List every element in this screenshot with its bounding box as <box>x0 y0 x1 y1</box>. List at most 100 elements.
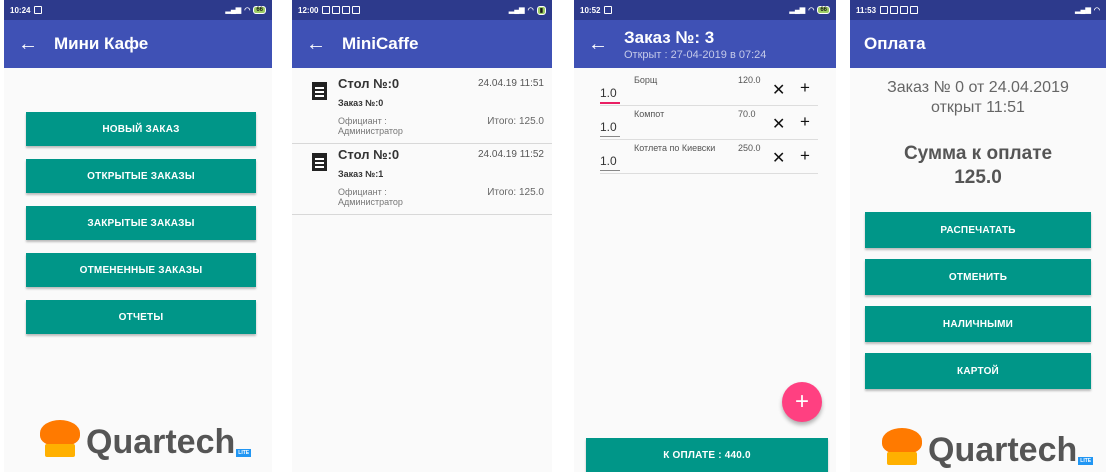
battery-icon: 66 <box>253 6 266 14</box>
logo-text: Quartech <box>928 431 1078 469</box>
reports-button[interactable]: ОТЧЕТЫ <box>26 300 256 334</box>
dish-row: 1.0 Котлета по Киевски 250.0 ✕ + <box>600 140 818 174</box>
signal-icon: ▂▄▆ <box>225 7 242 14</box>
app-title: Мини Кафе <box>54 34 149 53</box>
quantity-input[interactable]: 1.0 <box>600 154 620 171</box>
print-button[interactable]: РАСПЕЧАТАТЬ <box>865 212 1091 248</box>
receipt-icon <box>312 82 327 100</box>
wifi-icon: ◠ <box>244 7 251 14</box>
quartech-logo: Quartech LITE <box>36 420 252 461</box>
order-opened-time: Открыт : 27-04-2019 в 07:24 <box>624 48 767 61</box>
cancelled-orders-button[interactable]: ОТМЕНЕННЫЕ ЗАКАЗЫ <box>26 253 256 287</box>
dish-name: Котлета по Киевски <box>634 143 716 153</box>
table-number: Стол №:0 <box>338 147 400 162</box>
cash-button[interactable]: НАЛИЧНЫМИ <box>865 306 1091 342</box>
back-arrow-icon[interactable]: ← <box>306 34 328 54</box>
remove-icon[interactable]: ✕ <box>772 80 785 100</box>
notification-icon <box>910 6 919 14</box>
order-total: Итого: 125.0 <box>487 116 544 127</box>
pay-button[interactable]: К ОПЛАТЕ : 440.0 <box>586 438 828 472</box>
add-icon[interactable]: + <box>800 112 810 132</box>
order-number: Заказ №:0 <box>338 98 384 108</box>
order-number-date: Заказ № 0 от 24.04.2019 <box>887 79 1069 96</box>
order-number: Заказ №:1 <box>338 169 384 179</box>
amount-due-value: 125.0 <box>954 167 1002 188</box>
quantity-input[interactable]: 1.0 <box>600 120 620 137</box>
amount-due-label: Сумма к оплате <box>903 143 1053 164</box>
waiter-name: Официант : Администратор <box>338 116 403 136</box>
status-time: 10:24 <box>10 5 31 15</box>
amount-due: Сумма к оплате 125.0 <box>850 142 1106 190</box>
screen-main-menu: 10:24 ▂▄▆ ◠ 66 ← Мини Кафе НОВЫЙ ЗАКАЗ О… <box>4 0 272 472</box>
screen-order-details: 10:52 ▂▄▆ ◠ 66 ← Заказ №: 3 Открыт : 27-… <box>574 0 836 472</box>
notification-icon <box>34 6 43 14</box>
status-time: 10:52 <box>580 5 601 15</box>
status-bar: 12:00 ▂▄▆ ◠ ▮ <box>292 0 552 20</box>
battery-icon: ▮ <box>536 5 546 15</box>
table-number: Стол №:0 <box>338 76 400 91</box>
dish-row: 1.0 Борщ 120.0 ✕ + <box>600 72 818 106</box>
app-bar: ← Мини Кафе <box>4 20 272 68</box>
notification-icon <box>332 6 341 14</box>
remove-icon[interactable]: ✕ <box>772 114 785 134</box>
cancel-button[interactable]: ОТМЕНИТЬ <box>865 259 1091 295</box>
logo-text: Quartech <box>86 423 236 461</box>
new-order-button[interactable]: НОВЫЙ ЗАКАЗ <box>26 112 256 146</box>
waiter-name: Официант : Администратор <box>338 187 403 207</box>
app-bar: ← Заказ №: 3 Открыт : 27-04-2019 в 07:24 <box>574 20 836 68</box>
wifi-icon: ◠ <box>1093 7 1100 14</box>
signal-icon: ▂▄▆ <box>789 7 806 14</box>
add-dish-fab[interactable]: + <box>782 382 822 422</box>
dish-name: Компот <box>634 109 665 119</box>
order-info: Заказ № 0 от 24.04.2019 открыт 11:51 <box>850 78 1106 118</box>
battery-icon: 66 <box>817 6 830 14</box>
back-arrow-icon[interactable]: ← <box>588 34 610 54</box>
add-icon[interactable]: + <box>800 78 810 98</box>
card-button[interactable]: КАРТОЙ <box>865 353 1091 389</box>
signal-icon: ▂▄▆ <box>1075 7 1091 14</box>
wifi-icon: ◠ <box>527 7 534 14</box>
notification-icon <box>890 6 899 14</box>
signal-icon: ▂▄▆ <box>508 7 525 14</box>
order-list-item[interactable]: Стол №:0 24.04.19 11:51 Заказ №:0 Официа… <box>292 70 552 144</box>
app-bar: ← MiniCaffe <box>292 20 552 68</box>
remove-icon[interactable]: ✕ <box>772 148 785 168</box>
quartech-logo: Quartech LITE <box>878 428 1094 469</box>
wifi-icon: ◠ <box>808 7 815 14</box>
app-title: MiniCaffe <box>342 34 419 53</box>
chef-hat-icon <box>36 420 84 460</box>
receipt-icon <box>312 153 327 171</box>
app-title: Оплата <box>864 34 926 53</box>
order-title: Заказ №: 3 <box>624 27 715 47</box>
notification-icon <box>880 6 889 14</box>
status-time: 12:00 <box>298 5 319 15</box>
open-orders-button[interactable]: ОТКРЫТЫЕ ЗАКАЗЫ <box>26 159 256 193</box>
lite-badge: LITE <box>236 449 252 457</box>
status-time: 11:53 <box>856 5 877 15</box>
quantity-input[interactable]: 1.0 <box>600 86 620 104</box>
status-bar: 10:24 ▂▄▆ ◠ 66 <box>4 0 272 20</box>
dish-price: 70.0 <box>738 109 756 119</box>
plus-icon: + <box>794 388 809 415</box>
status-bar: 11:53 ▂▄▆ ◠ <box>850 0 1106 20</box>
notification-icon <box>342 6 351 14</box>
dish-name: Борщ <box>634 75 658 85</box>
dish-row: 1.0 Компот 70.0 ✕ + <box>600 106 818 140</box>
app-bar: Оплата <box>850 20 1106 68</box>
order-datetime: 24.04.19 11:51 <box>478 78 544 89</box>
chef-hat-icon <box>878 428 926 468</box>
dish-price: 250.0 <box>738 143 761 153</box>
lite-badge: LITE <box>1078 457 1094 465</box>
add-icon[interactable]: + <box>800 146 810 166</box>
order-total: Итого: 125.0 <box>487 187 544 198</box>
order-datetime: 24.04.19 11:52 <box>478 149 544 160</box>
notification-icon <box>352 6 361 14</box>
closed-orders-button[interactable]: ЗАКРЫТЫЕ ЗАКАЗЫ <box>26 206 256 240</box>
order-list-item[interactable]: Стол №:0 24.04.19 11:52 Заказ №:1 Официа… <box>292 141 552 215</box>
status-bar: 10:52 ▂▄▆ ◠ 66 <box>574 0 836 20</box>
notification-icon <box>900 6 909 14</box>
notification-icon <box>322 6 331 14</box>
order-opened-time: открыт 11:51 <box>931 99 1025 116</box>
screen-payment: 11:53 ▂▄▆ ◠ Оплата Заказ № 0 от 24.04.20… <box>850 0 1106 472</box>
back-arrow-icon[interactable]: ← <box>18 34 40 54</box>
